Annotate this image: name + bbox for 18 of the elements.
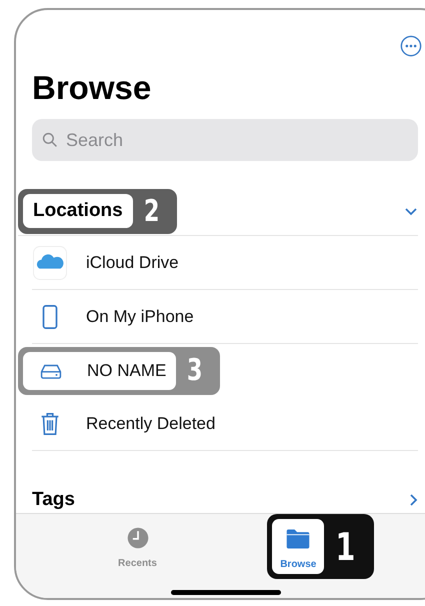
location-label[interactable]: Recently Deleted: [86, 414, 216, 434]
section-heading: Locations: [33, 200, 123, 222]
more-icon[interactable]: [400, 35, 422, 57]
location-label[interactable]: iCloud Drive: [86, 252, 179, 272]
page-title: Browse: [32, 69, 152, 107]
trash-icon: [39, 410, 61, 436]
callout-number: 2: [142, 194, 160, 228]
callout-number: 1: [334, 524, 357, 568]
clock-icon: [124, 526, 150, 550]
folder-icon: [285, 527, 312, 551]
chevron-icon[interactable]: [408, 493, 418, 507]
chevron-icon[interactable]: [404, 206, 418, 216]
cloud-icon: [33, 246, 67, 280]
section-heading: Tags: [32, 489, 75, 511]
callout-number: 3: [186, 353, 204, 388]
location-label[interactable]: On My iPhone: [86, 306, 194, 326]
search-field[interactable]: Search: [32, 119, 418, 161]
tab[interactable]: Browse: [272, 519, 324, 574]
